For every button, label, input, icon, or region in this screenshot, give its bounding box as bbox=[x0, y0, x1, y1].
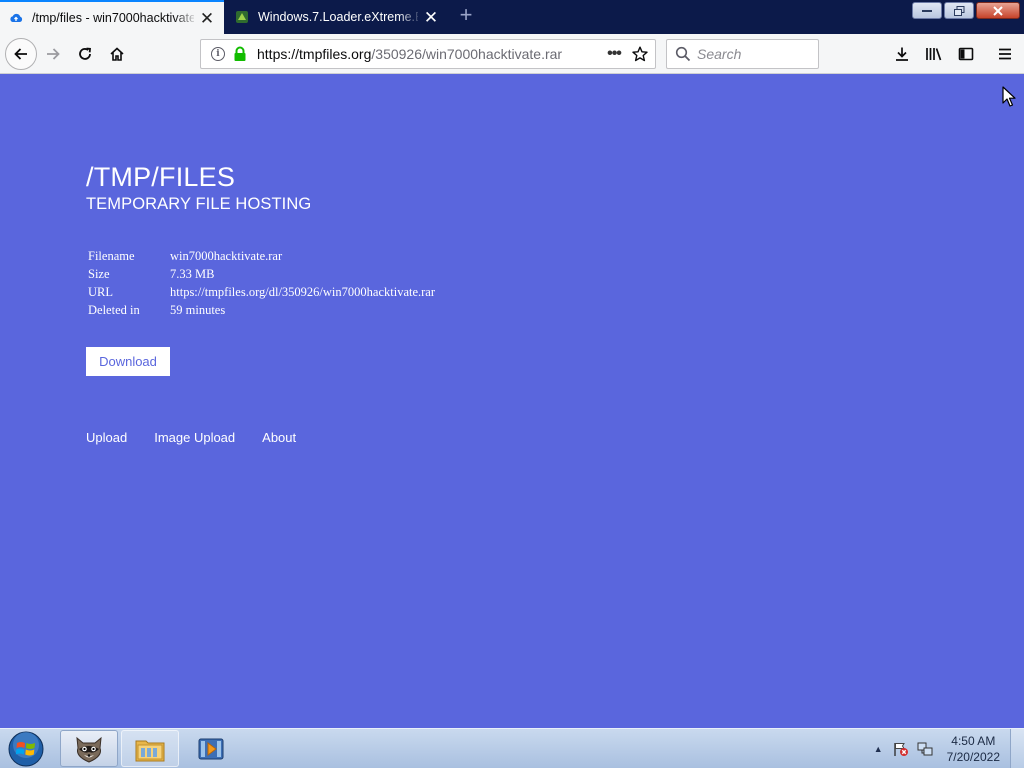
forward-button[interactable] bbox=[39, 40, 67, 68]
page-content: /TMP/FILES TEMPORARY FILE HOSTING Filena… bbox=[0, 74, 1024, 728]
mouse-cursor-icon bbox=[1002, 86, 1016, 107]
restore-button[interactable] bbox=[944, 2, 974, 19]
url-text[interactable]: https://tmpfiles.org/350926/win7000hackt… bbox=[257, 46, 601, 62]
show-desktop-button[interactable] bbox=[1010, 729, 1024, 768]
close-icon bbox=[993, 5, 1003, 16]
bookmark-star-icon[interactable] bbox=[627, 41, 653, 67]
sidebar-toggle-button[interactable] bbox=[952, 40, 980, 68]
browser-tab-strip: /tmp/files - win7000hacktivate.rar ✕ Win… bbox=[0, 0, 1024, 34]
search-icon bbox=[675, 46, 691, 62]
table-row: Filename win7000hacktivate.rar bbox=[86, 247, 437, 265]
size-value: 7.33 MB bbox=[170, 266, 215, 281]
close-window-button[interactable] bbox=[976, 2, 1020, 19]
upload-link[interactable]: Upload bbox=[86, 430, 127, 445]
taskbar-app-raccoon[interactable] bbox=[60, 730, 118, 767]
reload-icon bbox=[79, 47, 91, 60]
url-label: URL bbox=[88, 284, 113, 299]
tab-title: /tmp/files - win7000hacktivate.rar bbox=[32, 11, 194, 25]
new-tab-button[interactable]: + bbox=[454, 4, 478, 28]
deleted-in-label: Deleted in bbox=[88, 302, 140, 317]
footer-nav: Upload Image Upload About bbox=[86, 430, 323, 445]
reload-button[interactable] bbox=[71, 40, 99, 68]
media-player-icon bbox=[198, 738, 224, 759]
taskbar-app-explorer[interactable] bbox=[121, 730, 179, 767]
file-explorer-icon bbox=[135, 740, 165, 761]
loader-favicon-icon bbox=[234, 9, 250, 25]
search-box[interactable] bbox=[666, 39, 819, 69]
back-button[interactable] bbox=[5, 38, 37, 70]
table-row: Size 7.33 MB bbox=[86, 265, 437, 283]
minimize-button[interactable] bbox=[912, 2, 942, 19]
sidebar-icon bbox=[958, 47, 974, 61]
downloads-button[interactable] bbox=[888, 40, 916, 68]
start-button[interactable] bbox=[4, 730, 48, 768]
cloud-upload-icon bbox=[8, 10, 24, 26]
download-button[interactable]: Download bbox=[86, 347, 170, 376]
clock-time: 4:50 AM bbox=[951, 734, 996, 748]
address-bar[interactable]: i https://tmpfiles.org/350926/win7000hac… bbox=[200, 39, 656, 69]
table-row: Deleted in 59 minutes bbox=[86, 301, 437, 319]
window-controls bbox=[912, 2, 1020, 19]
library-button[interactable] bbox=[920, 40, 948, 68]
back-arrow-icon bbox=[14, 48, 27, 60]
action-center-flag-icon[interactable] bbox=[893, 741, 909, 757]
close-tab-icon[interactable]: ✕ bbox=[422, 8, 440, 26]
network-icon[interactable] bbox=[917, 741, 933, 757]
lock-icon[interactable] bbox=[233, 46, 249, 62]
show-hidden-icons-arrow-icon[interactable]: ▲ bbox=[874, 744, 883, 754]
minimize-icon bbox=[922, 9, 932, 12]
about-link[interactable]: About bbox=[262, 430, 296, 445]
site-info-icon[interactable]: i bbox=[211, 47, 225, 61]
taskbar-app-media-player[interactable] bbox=[182, 730, 240, 767]
home-button[interactable] bbox=[103, 40, 131, 68]
close-tab-icon[interactable]: ✕ bbox=[198, 9, 216, 27]
url-value: https://tmpfiles.org/dl/350926/win7000ha… bbox=[170, 284, 436, 299]
tab-tmpfiles[interactable]: /tmp/files - win7000hacktivate.rar ✕ bbox=[0, 0, 224, 34]
restore-icon bbox=[953, 5, 964, 16]
url-path: /350926/win7000hacktivate.rar bbox=[371, 46, 563, 62]
library-icon bbox=[926, 48, 942, 61]
file-info-table: Filename win7000hacktivate.rar Size 7.33… bbox=[86, 247, 437, 319]
home-icon bbox=[110, 47, 124, 61]
windows-start-orb-icon bbox=[8, 731, 44, 767]
tab-windows-loader[interactable]: Windows.7.Loader.eXtreme.Edition ✕ bbox=[226, 0, 448, 34]
taskbar-clock[interactable]: 4:50 AM 7/20/2022 bbox=[947, 733, 1000, 765]
url-host: https://tmpfiles.org bbox=[257, 46, 372, 62]
windows-taskbar: ▲ 4:50 AM 7/20/2022 bbox=[0, 728, 1024, 768]
menu-button[interactable] bbox=[991, 40, 1019, 68]
table-row: URL https://tmpfiles.org/dl/350926/win70… bbox=[86, 283, 437, 301]
navigation-toolbar: i https://tmpfiles.org/350926/win7000hac… bbox=[0, 34, 1024, 74]
hamburger-menu-icon bbox=[999, 48, 1011, 60]
raccoon-app-icon bbox=[76, 736, 102, 763]
size-label: Size bbox=[88, 266, 110, 281]
image-upload-link[interactable]: Image Upload bbox=[154, 430, 235, 445]
forward-arrow-icon bbox=[47, 48, 60, 60]
page-actions-menu-icon[interactable]: ••• bbox=[601, 45, 627, 63]
filename-label: Filename bbox=[88, 248, 135, 263]
system-tray: ▲ 4:50 AM 7/20/2022 bbox=[874, 729, 1024, 768]
search-input[interactable] bbox=[697, 46, 807, 62]
download-arrow-icon bbox=[896, 47, 908, 61]
filename-value: win7000hacktivate.rar bbox=[170, 248, 283, 263]
tab-title: Windows.7.Loader.eXtreme.Edition bbox=[258, 10, 418, 24]
deleted-in-value: 59 minutes bbox=[170, 302, 226, 317]
site-title: /TMP/FILES bbox=[86, 162, 236, 192]
site-subtitle: TEMPORARY FILE HOSTING bbox=[86, 195, 312, 213]
clock-date: 7/20/2022 bbox=[946, 750, 1000, 764]
